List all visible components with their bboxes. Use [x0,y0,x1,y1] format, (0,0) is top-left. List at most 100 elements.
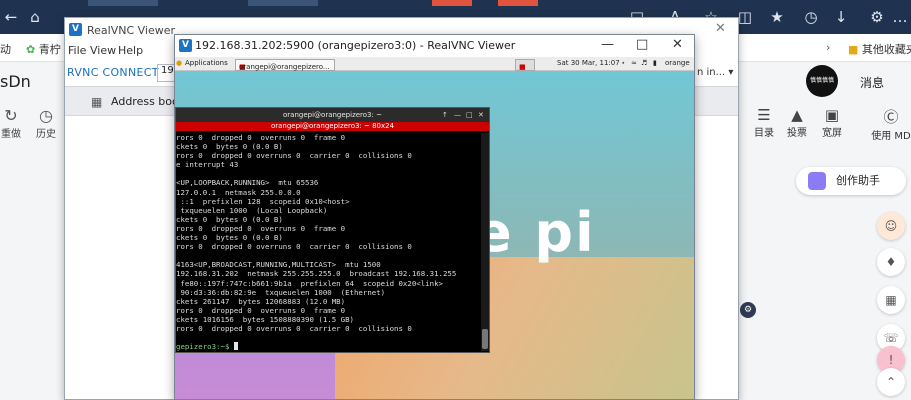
vote-tool[interactable]: ▲ 投票 [777,106,817,139]
bookmark-label: 青柠 [38,43,61,56]
terminal-line: rors 0 dropped 0 overruns 0 carrier 0 co… [176,323,412,333]
terminal-line: rors 0 dropped 0 overruns 0 carrier 0 co… [176,242,412,252]
browser-tab[interactable] [88,0,158,6]
avatar[interactable]: 慎慎慎慎 [806,65,838,97]
terminal-output[interactable]: rors 0 dropped 0 overruns 0 frame 0 ckets… [176,133,479,351]
terminal-icon: ■ [519,63,526,71]
sign-in-menu[interactable]: n in... ▾ [697,67,733,78]
terminal-cursor [233,342,238,351]
redo-label: 重做 [1,129,21,140]
help-tool[interactable]: Ⓒ 使用 MD [866,106,911,142]
bookmark-item[interactable]: ✿ 青柠 [26,41,61,57]
terminal-line: <UP,LOOPBACK,RUNNING> mtu 65536 [176,178,319,188]
home-icon[interactable]: ⌂ [24,6,46,28]
remote-clock[interactable]: Sat 30 Mar, 11:07 [557,59,620,67]
browser-tab[interactable] [432,0,472,6]
terminal-titlebar[interactable]: orangepi@orangepizero3: ~ ↑ — □ ✕ [176,108,489,122]
bluetooth-icon[interactable]: ⋆ [621,59,625,67]
screen-icon: ▣ [824,106,840,124]
close-icon[interactable]: ✕ [478,108,484,122]
collections-icon[interactable]: ★ [766,6,788,28]
back-to-top-icon[interactable]: ⌃ [877,368,905,396]
folder-icon: ■ [848,43,859,56]
realvnc-logo-icon: V [69,23,82,36]
terminal-line: 192.168.31.202 netmask 255.255.255.0 bro… [176,269,457,279]
browser-tab[interactable] [248,0,318,6]
volume-icon[interactable]: ♬ [641,59,647,67]
viewer-title: RealVNC Viewer [87,24,176,37]
grid-icon: ▦ [91,95,103,109]
remote-top-panel: ● Applications ■ orangepi@orangepizero..… [175,57,694,71]
browser-tab[interactable] [498,0,538,6]
remote-task-button[interactable]: ■ orangepi@orangepizero... [235,59,335,71]
download-icon[interactable]: ↓ [830,6,852,28]
vnc-session-window: V 192.168.31.202:5900 (orangepizero3:0) … [174,34,695,400]
site-logo: sDn [0,72,31,91]
close-icon[interactable]: ✕ [672,37,683,52]
task-label: orangepi@orangepizero... [239,63,330,71]
terminal-line: ckets 1016156 bytes 1508880390 (1.5 GB) [176,314,354,324]
assistant-label: 创作助手 [836,174,880,187]
terminal-prompt: gepizero3:~$ [176,342,479,351]
bookmark-icon: ✿ [26,43,36,56]
realvnc-logo-icon: V [179,39,192,52]
more-icon[interactable]: … [889,6,911,28]
widescreen-label: 宽屏 [822,128,842,139]
remote-user-menu[interactable]: orange [665,59,690,67]
chevron-right-icon[interactable]: › [826,41,830,54]
bookmark-item[interactable]: 动 [0,41,11,57]
history-icon[interactable]: ◷ [800,6,822,28]
chevron-down-icon: ▾ [728,67,734,78]
help-icon: Ⓒ [883,108,899,126]
terminal-line: rors 0 dropped 0 overruns 0 frame 0 [176,305,346,315]
applications-menu[interactable]: Applications [185,59,228,67]
terminal-title: orangepi@orangepizero3: ~ [283,111,382,119]
redo-tool[interactable]: ↻ 重做 [0,106,22,140]
terminal-window[interactable]: orangepi@orangepizero3: ~ ↑ — □ ✕ orange… [175,107,490,353]
remote-task-button[interactable]: ■ [515,59,535,71]
terminal-up-icon[interactable]: ↑ [442,108,448,122]
history-label: 历史 [36,129,56,140]
widescreen-tool[interactable]: ▣ 宽屏 [812,106,852,139]
maximize-icon[interactable]: □ [636,37,648,52]
terminal-line: rors 0 dropped 0 overruns 0 frame 0 [176,133,346,142]
close-icon[interactable]: ✕ [715,21,726,36]
history-tool[interactable]: ◷ 历史 [32,106,60,140]
terminal-scrollbar[interactable] [481,133,489,351]
terminal-line: ckets 261147 bytes 12068883 (12.0 MB) [176,296,346,306]
terminal-line: rors 0 dropped 0 overruns 0 frame 0 [176,223,346,233]
maximize-icon[interactable]: □ [466,108,473,122]
other-bookmarks[interactable]: ■ 其他收藏夹 [848,41,911,57]
qrcode-icon[interactable]: ▦ [877,286,905,314]
remote-desktop[interactable]: e pi ● Applications ■ orangepi@orangepiz… [175,57,694,399]
battery-icon[interactable]: ▮ [653,59,657,67]
terminal-status-bar: orangepi@orangepizero3: ~ 80x24 [176,122,489,131]
back-icon[interactable]: ← [0,6,22,28]
terminal-line: ckets 0 bytes 0 (0.0 B) [176,214,283,224]
minimize-icon[interactable]: — [454,108,461,122]
terminal-line: ckets 0 bytes 0 (0.0 B) [176,233,283,243]
assistant-button[interactable]: 创作助手 [796,167,906,195]
wifi-icon[interactable]: ≈ [631,59,637,67]
session-titlebar[interactable]: V 192.168.31.202:5900 (orangepizero3:0) … [175,35,694,57]
terminal-line: ckets 0 bytes 0 (0.0 B) [176,142,283,152]
menu-help[interactable]: Help [118,44,143,57]
minimize-icon[interactable]: — [601,37,614,52]
settings-icon[interactable]: ⚙ [740,302,756,318]
vnc-connect-logo: RVNC CONNECT [67,66,159,79]
terminal-line: fe80::197f:747c:b661:9b1a prefixlen 64 s… [176,278,443,288]
help-label: 使用 MD [871,131,911,142]
scrollbar-thumb[interactable] [482,329,488,349]
coupon-icon[interactable]: ♦ [877,248,905,276]
menu-file[interactable]: File [68,44,86,57]
sign-in-label: n in... [697,67,726,78]
terminal-line: e interrupt 43 [176,160,239,170]
terminal-line: 4163<UP,BROADCAST,RUNNING,MULTICAST> mtu… [176,260,381,270]
menu-view[interactable]: View [90,44,116,57]
extensions-icon[interactable]: ⚙ [866,6,888,28]
messages-link[interactable]: 消息 [860,74,884,91]
vote-icon: ▲ [791,106,803,124]
mascot-icon[interactable]: ☺ [877,212,905,240]
